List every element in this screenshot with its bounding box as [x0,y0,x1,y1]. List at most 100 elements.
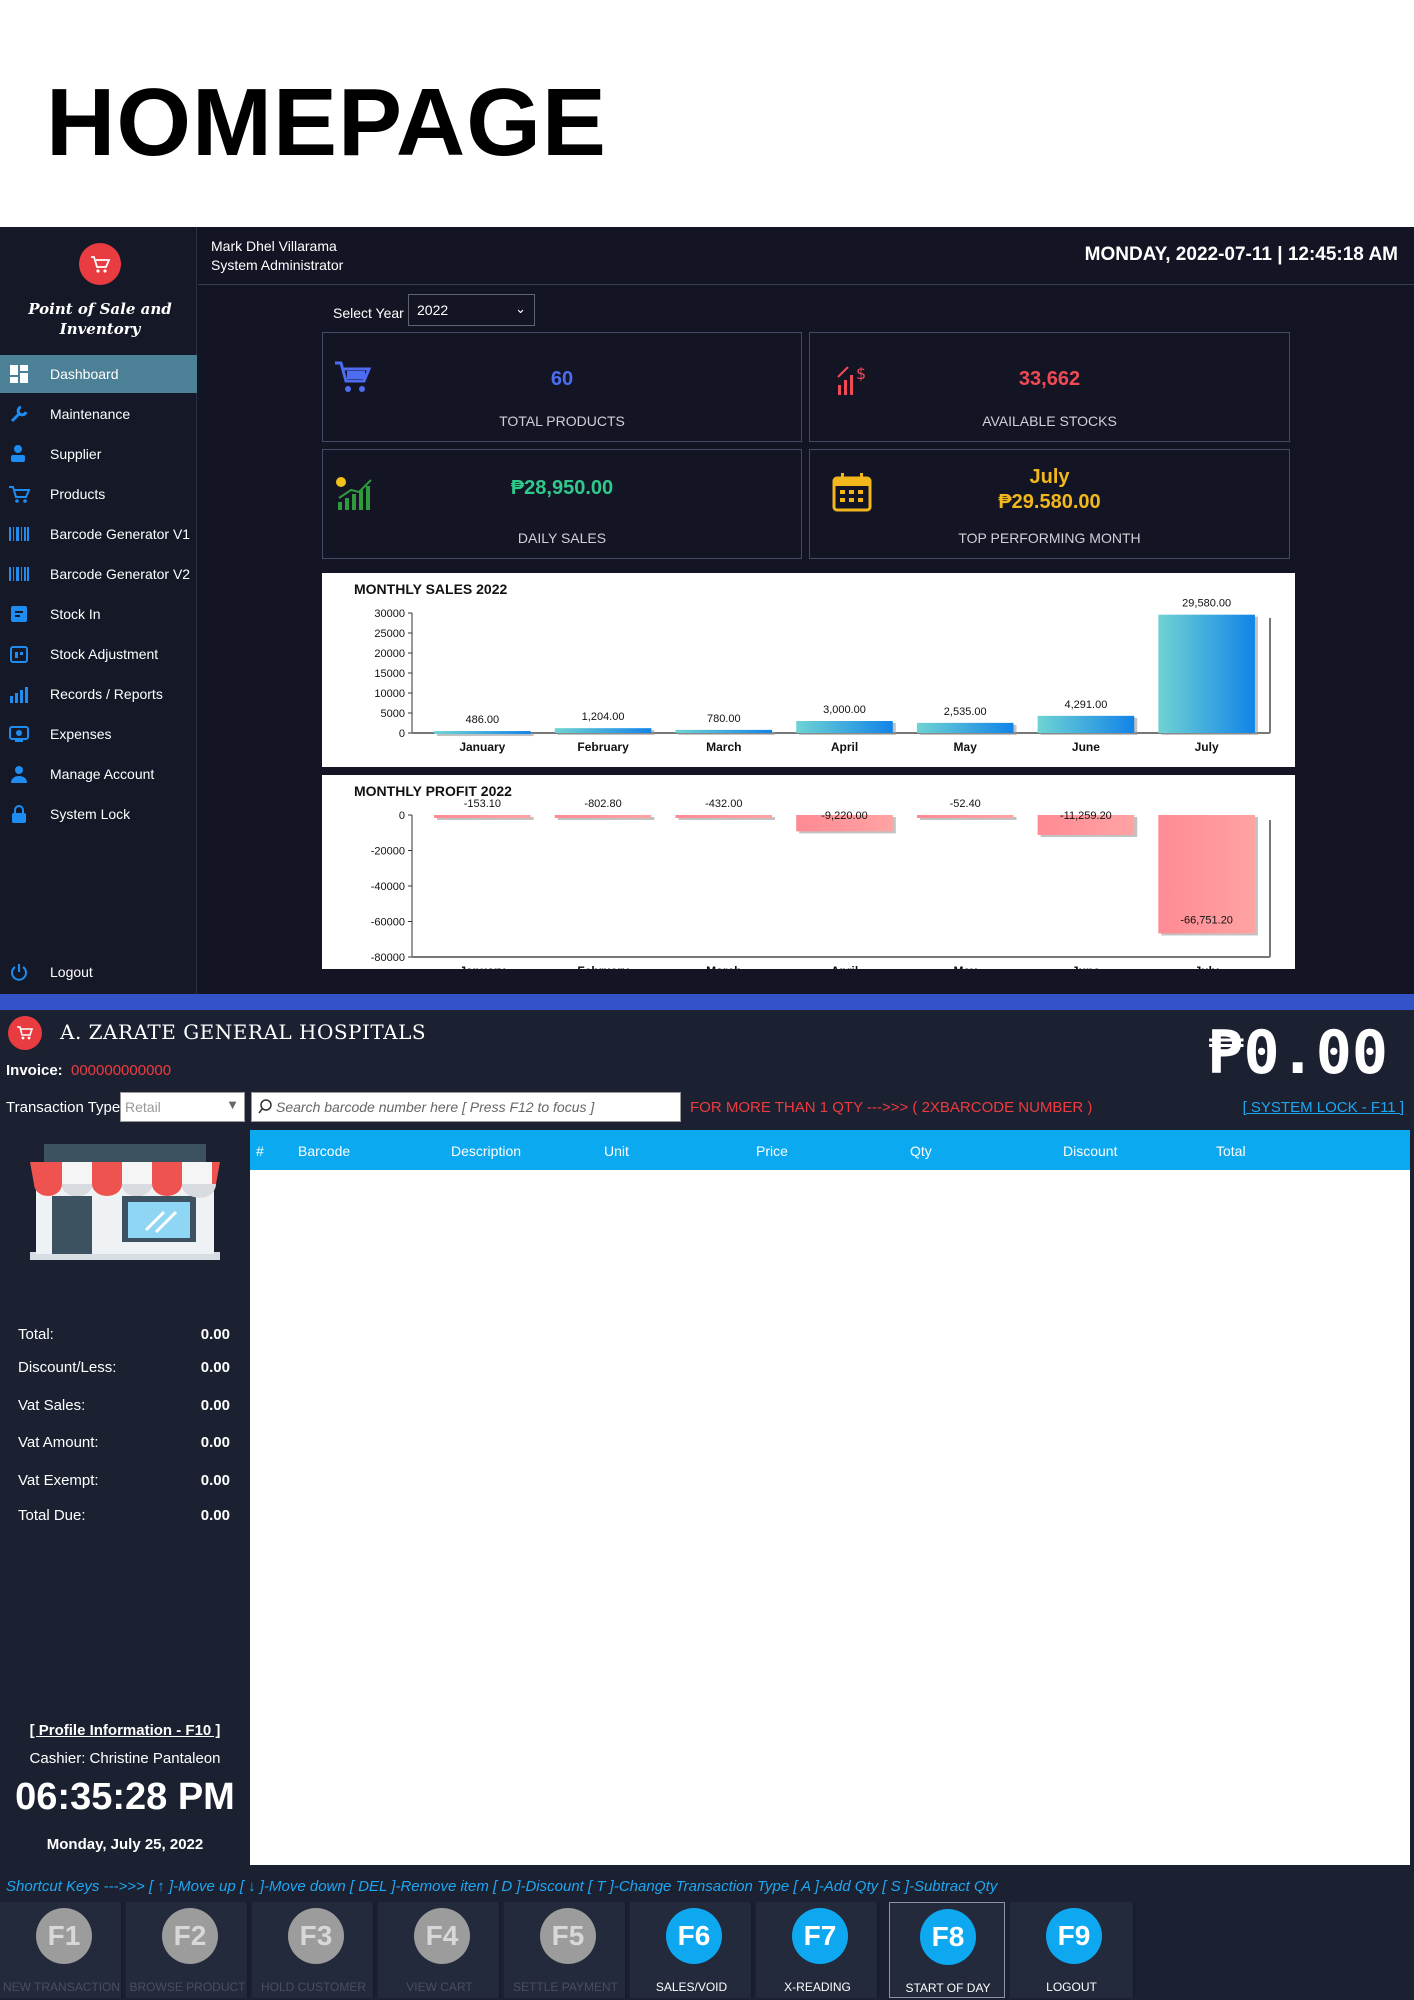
available-stocks-value: 33,662 [1018,368,1081,390]
card-available-stocks: $ 33,662 AVAILABLE STOCKS [809,332,1290,442]
data-label: -52.40 [950,798,981,810]
data-label: -66,751.20 [1180,914,1233,926]
sidebar-item-products[interactable]: Products [0,475,197,513]
sidebar-item-supplier[interactable]: Supplier [0,435,197,473]
sidebar-item-records-reports[interactable]: Records / Reports [0,675,197,713]
barcode-icon [8,564,30,584]
select-year-label: Select Year [333,305,404,321]
data-label: -802.80 [584,798,621,810]
bar [916,722,1014,733]
sidebar-item-manage-account[interactable]: Manage Account [0,755,197,793]
sidebar-item-barcode-v1[interactable]: Barcode Generator V1 [0,515,197,553]
logout-button[interactable]: Logout [0,953,197,991]
f9-logout-button[interactable]: F9 LOGOUT [1010,1902,1135,1998]
sidebar-item-expenses[interactable]: Expenses [0,715,197,753]
sidebar-item-label: Products [50,486,106,502]
f3-key-icon: F3 [288,1908,344,1964]
f5-key-icon: F5 [540,1908,596,1964]
summary-label: Vat Sales: [18,1397,86,1414]
x-tick-label: March [706,964,741,969]
sidebar-item-label: Supplier [50,446,102,462]
summary-row-vat-sales: Vat Sales: 0.00 [18,1397,230,1414]
f8-key-icon: F8 [920,1909,976,1965]
f4-view-cart-button[interactable]: F4 VIEW CART [378,1902,501,1998]
chevron-down-icon: ⌄ [515,301,526,316]
column-header: Description [451,1143,522,1159]
bar [554,815,652,818]
f7-x-reading-button[interactable]: F7 X-READING [756,1902,879,1998]
lock-icon [8,804,30,824]
x-tick-label: January [459,964,505,969]
current-date: Monday, July 25, 2022 [46,1836,204,1853]
f8-label: START OF DAY [905,1981,991,1995]
transaction-type-select[interactable]: Retail ▼ [120,1092,245,1122]
f1-key-icon: F1 [36,1908,92,1964]
chart-title: MONTHLY SALES 2022 [354,581,508,597]
summary-row-vat-amount: Vat Amount: 0.00 [18,1434,230,1451]
reports-icon [8,684,30,704]
sidebar-item-label: System Lock [50,806,131,822]
summary-label: Vat Exempt: [18,1472,99,1489]
data-label: -153.10 [464,798,501,810]
current-time: 06:35:28 PM [15,1776,235,1818]
x-tick-label: January [459,740,505,754]
y-tick-label: -80000 [371,952,405,964]
top-month-label: TOP PERFORMING MONTH [958,530,1141,546]
monthly-profit-plot: 0 -20000 -40000 -60000 -80000 -153.10 January -… [371,798,1271,978]
bar [434,731,531,735]
f1-label: NEW TRANSACTION [2,1980,121,1994]
f3-hold-customer-button[interactable]: F3 HOLD CUSTOMER [252,1902,375,1998]
sidebar-item-label: Stock In [50,606,101,622]
f5-label: SETTLE PAYMENT [513,1980,618,1994]
y-tick-label: 30000 [374,608,405,620]
profile-information-link[interactable]: [ Profile Information - F10 ] [0,1722,250,1739]
x-tick-label: April [831,740,858,754]
system-lock-link[interactable]: [ SYSTEM LOCK - F11 ] [1243,1099,1404,1116]
summary-label: Total Due: [18,1507,86,1524]
card-top-performing-month: July ₱29.580.00 TOP PERFORMING MONTH [809,449,1290,559]
sidebar-item-maintenance[interactable]: Maintenance [0,395,197,433]
caret-down-icon: ▼ [226,1097,239,1112]
year-select[interactable]: 2022 ⌄ [408,294,535,326]
f1-new-transaction-button[interactable]: F1 NEW TRANSACTION [0,1902,123,1998]
sidebar-item-stock-adjustment[interactable]: Stock Adjustment [0,635,197,673]
f4-key-icon: F4 [414,1908,470,1964]
cashier-name: Cashier: Christine Pantaleon [29,1750,221,1767]
current-datetime: MONDAY, 2022-07-11 | 12:45:18 AM [1084,244,1398,265]
store-name: A. ZARATE GENERAL HOSPITALS [60,1020,427,1044]
summary-row-discount: Discount/Less: 0.00 [18,1359,230,1376]
top-month-value: ₱29.580.00 [998,491,1101,513]
x-tick-label: April [831,964,858,969]
search-placeholder: Search barcode number here [ Press F12 t… [276,1099,595,1115]
summary-row-total-due: Total Due: 0.00 [18,1507,230,1524]
f9-label: LOGOUT [1046,1980,1097,1994]
cart-logo-icon [79,243,121,285]
bar [1158,614,1255,733]
barcode-search-input[interactable]: Search barcode number here [ Press F12 t… [251,1092,681,1122]
stock-in-icon [8,604,30,624]
sidebar-item-system-lock[interactable]: System Lock [0,795,197,833]
cart-table[interactable]: # Barcode Description Unit Price Qty Dis… [250,1130,1410,1865]
sidebar-item-stock-in[interactable]: Stock In [0,595,197,633]
y-tick-label: 0 [399,810,405,822]
y-tick-label: 20000 [374,648,405,660]
x-tick-label: July [1195,740,1219,754]
data-label: -9,220.00 [821,810,867,822]
y-tick-label: 0 [399,728,405,740]
bar [675,815,773,818]
cart-table-header: # Barcode Description Unit Price Qty Dis… [250,1130,1410,1170]
x-tick-label: May [954,740,978,754]
sidebar-item-label: Manage Account [50,766,155,782]
f6-sales-void-button[interactable]: F6 SALES/VOID [630,1902,753,1998]
f5-settle-payment-button[interactable]: F5 SETTLE PAYMENT [504,1902,627,1998]
column-header: Unit [604,1143,629,1159]
total-products-label: TOTAL PRODUCTS [499,413,625,429]
f8-start-of-day-button[interactable]: F8 START OF DAY [889,1902,1005,1998]
bar [916,815,1014,818]
card-daily-sales: ₱28,950.00 DAILY SALES [322,449,802,559]
sidebar-item-dashboard[interactable]: Dashboard [0,355,197,393]
sidebar-item-barcode-v2[interactable]: Barcode Generator V2 [0,555,197,593]
bar [1037,715,1135,733]
summary-row-vat-exempt: Vat Exempt: 0.00 [18,1472,230,1489]
f2-browse-product-button[interactable]: F2 BROWSE PRODUCT [126,1902,249,1998]
